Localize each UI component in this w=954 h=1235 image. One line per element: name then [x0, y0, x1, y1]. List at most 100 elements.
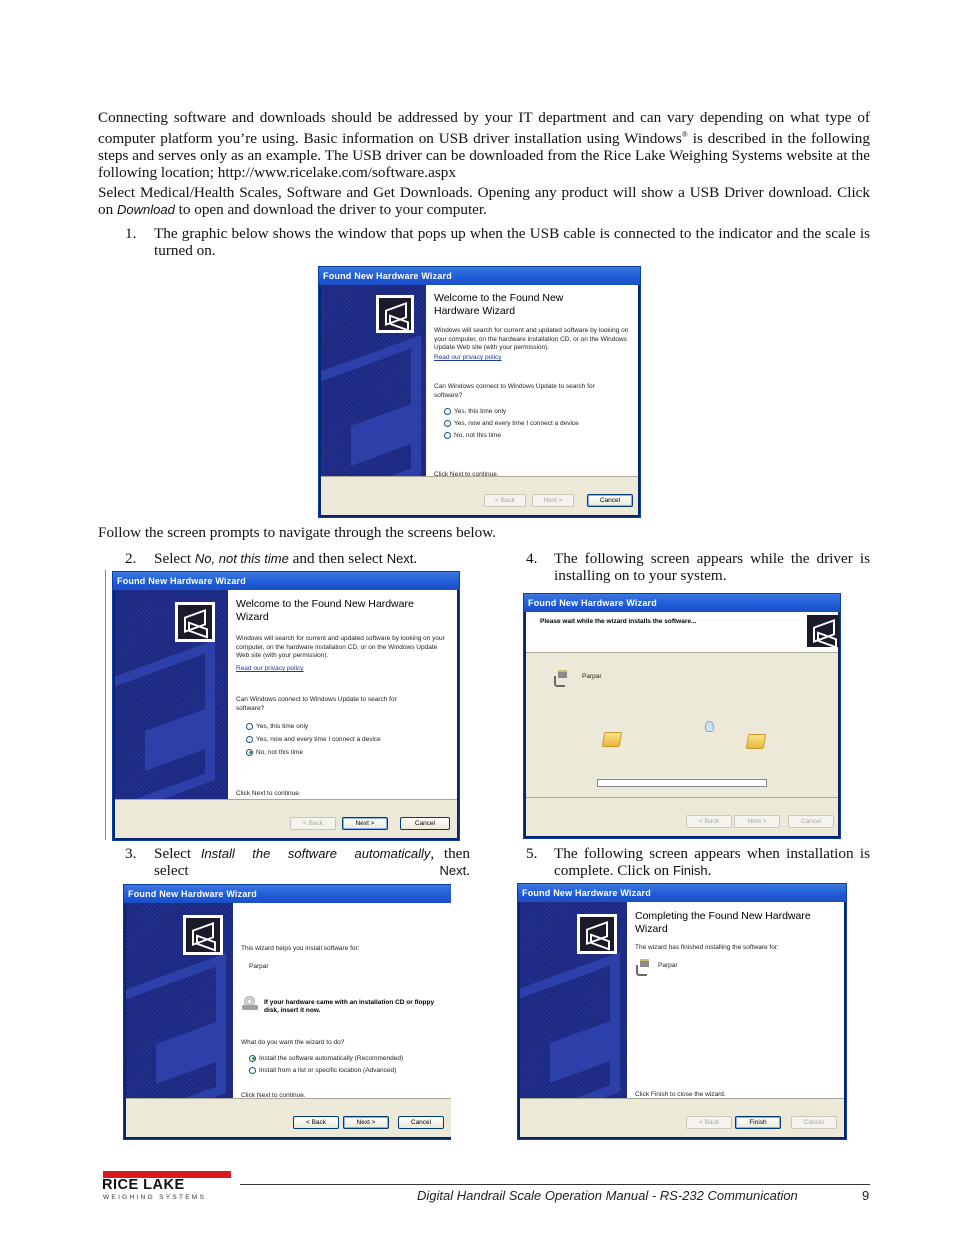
finished-text: The wizard has finished installing the s… [635, 944, 779, 951]
window-title: Found New Hardware Wizard [518, 884, 846, 902]
step-number: 4. [526, 550, 538, 567]
radio-install-automatically[interactable]: Install the software automatically (Reco… [249, 1054, 403, 1063]
radio-yes-this-time[interactable]: Yes, this time only [246, 722, 308, 731]
destination-folder-icon [745, 734, 767, 749]
step-number: 1. [125, 225, 137, 242]
next-button[interactable]: Next > [342, 817, 388, 830]
radio-label: No, not this time [454, 432, 501, 439]
window-title: Found New Hardware Wizard [113, 572, 459, 590]
wizard-description: Windows will search for current and upda… [434, 327, 629, 351]
text: and then select [288, 550, 387, 567]
radio-button[interactable] [246, 722, 253, 730]
step-number: 2. [125, 550, 137, 567]
cancel-button[interactable]: Cancel [788, 815, 834, 828]
wizard-window-completing: Found New Hardware Wizard Completing the… [517, 883, 847, 1140]
back-button[interactable]: < Back [290, 817, 336, 830]
privacy-policy-link[interactable]: Read our privacy policy [434, 354, 502, 361]
step-number: 5. [526, 845, 538, 862]
text: . [466, 862, 470, 879]
radio-button[interactable] [249, 1066, 256, 1074]
wizard-side-panel [520, 902, 627, 1099]
step-4: 4. The following screen appears while th… [526, 550, 870, 586]
radio-label: Install the software automatically (Reco… [259, 1055, 404, 1062]
step-text: Select Install the software automaticall… [154, 845, 470, 879]
wizard-side-panel [321, 285, 426, 477]
radio-button[interactable] [444, 407, 451, 415]
next-button[interactable]: Next > [532, 494, 574, 507]
update-question: Can Windows connect to Windows Update to… [434, 383, 595, 399]
download-term: Download [116, 202, 175, 217]
click-next-hint: Click Next to continue. [236, 790, 301, 797]
window-title: Found New Hardware Wizard [524, 594, 840, 612]
button-term: Next [386, 551, 414, 566]
wizard-footer: < Back Next > Cancel [321, 476, 638, 515]
radio-label: Yes, now and every time I connect a devi… [256, 736, 381, 743]
step-2: 2. Select No, not this time and then sel… [125, 550, 475, 568]
install-progress-bar [597, 779, 767, 787]
text: . [707, 862, 712, 879]
radio-button[interactable] [246, 735, 253, 743]
radio-yes-this-time[interactable]: Yes, this time only [444, 407, 506, 416]
finish-button[interactable]: Finish [735, 1116, 781, 1129]
cancel-button[interactable]: Cancel [587, 494, 633, 507]
intro-paragraph-2: Select Medical/Health Scales, Software a… [98, 184, 870, 218]
cancel-button[interactable]: Cancel [791, 1116, 837, 1129]
wizard-description: Windows will search for current and upda… [236, 635, 445, 659]
hardware-icon [175, 602, 215, 642]
wizard-window-select-no: Found New Hardware Wizard Welcome to the… [112, 571, 460, 841]
serial-port-icon [636, 959, 650, 976]
wizard-header: Please wait while the wizard installs th… [526, 612, 839, 653]
radio-label: Install from a list or specific location… [259, 1067, 397, 1074]
back-button[interactable]: < Back [293, 1116, 339, 1129]
cancel-button[interactable]: Cancel [398, 1116, 444, 1129]
text: The following screen appears when instal… [554, 845, 870, 879]
source-folder-icon [601, 732, 623, 747]
radio-button[interactable] [444, 419, 451, 427]
hardware-icon [376, 295, 414, 333]
radio-label: No, not this time [256, 749, 303, 756]
next-button[interactable]: Next > [734, 815, 780, 828]
text: Select [154, 845, 201, 862]
follow-instructions: Follow the screen prompts to navigate th… [98, 524, 497, 541]
back-button[interactable]: < Back [686, 815, 732, 828]
file-transfer-icon [705, 721, 714, 732]
wizard-footer: < Back Next > Cancel [115, 799, 457, 838]
step-text: Select No, not this time and then select… [154, 550, 417, 567]
wizard-side-panel [126, 903, 233, 1099]
wizard-footer: < Back Finish Cancel [520, 1098, 844, 1137]
radio-label: Yes, now and every time I connect a devi… [454, 420, 579, 427]
next-button[interactable]: Next > [343, 1116, 389, 1129]
window-title: Found New Hardware Wizard [319, 267, 640, 285]
button-term: Finish [672, 863, 708, 878]
back-button[interactable]: < Back [686, 1116, 732, 1129]
radio-install-from-list[interactable]: Install from a list or specific location… [249, 1066, 396, 1075]
step-text: The following screen appears while the d… [554, 550, 870, 584]
wizard-side-panel [115, 590, 228, 800]
update-question: Can Windows connect to Windows Update to… [236, 696, 397, 712]
radio-yes-every-time[interactable]: Yes, now and every time I connect a devi… [444, 419, 579, 428]
cd-drive-icon [242, 996, 258, 1010]
step-text: The following screen appears when instal… [554, 845, 870, 879]
cancel-button[interactable]: Cancel [400, 817, 450, 830]
radio-yes-every-time[interactable]: Yes, now and every time I connect a devi… [246, 735, 381, 744]
privacy-policy-link[interactable]: Read our privacy policy [236, 665, 304, 672]
device-name: Parpar [658, 962, 678, 969]
manual-title: Digital Handrail Scale Operation Manual … [417, 1188, 798, 1203]
radio-button-selected[interactable] [249, 1054, 256, 1062]
wizard-heading: Welcome to the Found New Hardware Wizard [434, 292, 564, 317]
radio-button-selected[interactable] [246, 748, 253, 756]
install-helps-text: This wizard helps you install software f… [241, 945, 360, 952]
option-term: Install the software automatically [200, 846, 431, 861]
wizard-heading: Completing the Found New Hardware Wizard [635, 910, 811, 935]
page-number: 9 [862, 1188, 870, 1203]
footer-rule [240, 1184, 870, 1185]
window-title: Found New Hardware Wizard [124, 885, 451, 903]
radio-no-not-this-time[interactable]: No, not this time [444, 431, 501, 440]
step-text: The graphic below shows the window that … [154, 225, 870, 259]
radio-button[interactable] [444, 431, 451, 439]
what-do-question: What do you want the wizard to do? [241, 1039, 345, 1046]
radio-no-not-this-time[interactable]: No, not this time [246, 748, 303, 757]
back-button[interactable]: < Back [484, 494, 526, 507]
wizard-heading: Welcome to the Found New Hardware Wizard [236, 598, 414, 623]
hardware-icon [807, 615, 839, 647]
